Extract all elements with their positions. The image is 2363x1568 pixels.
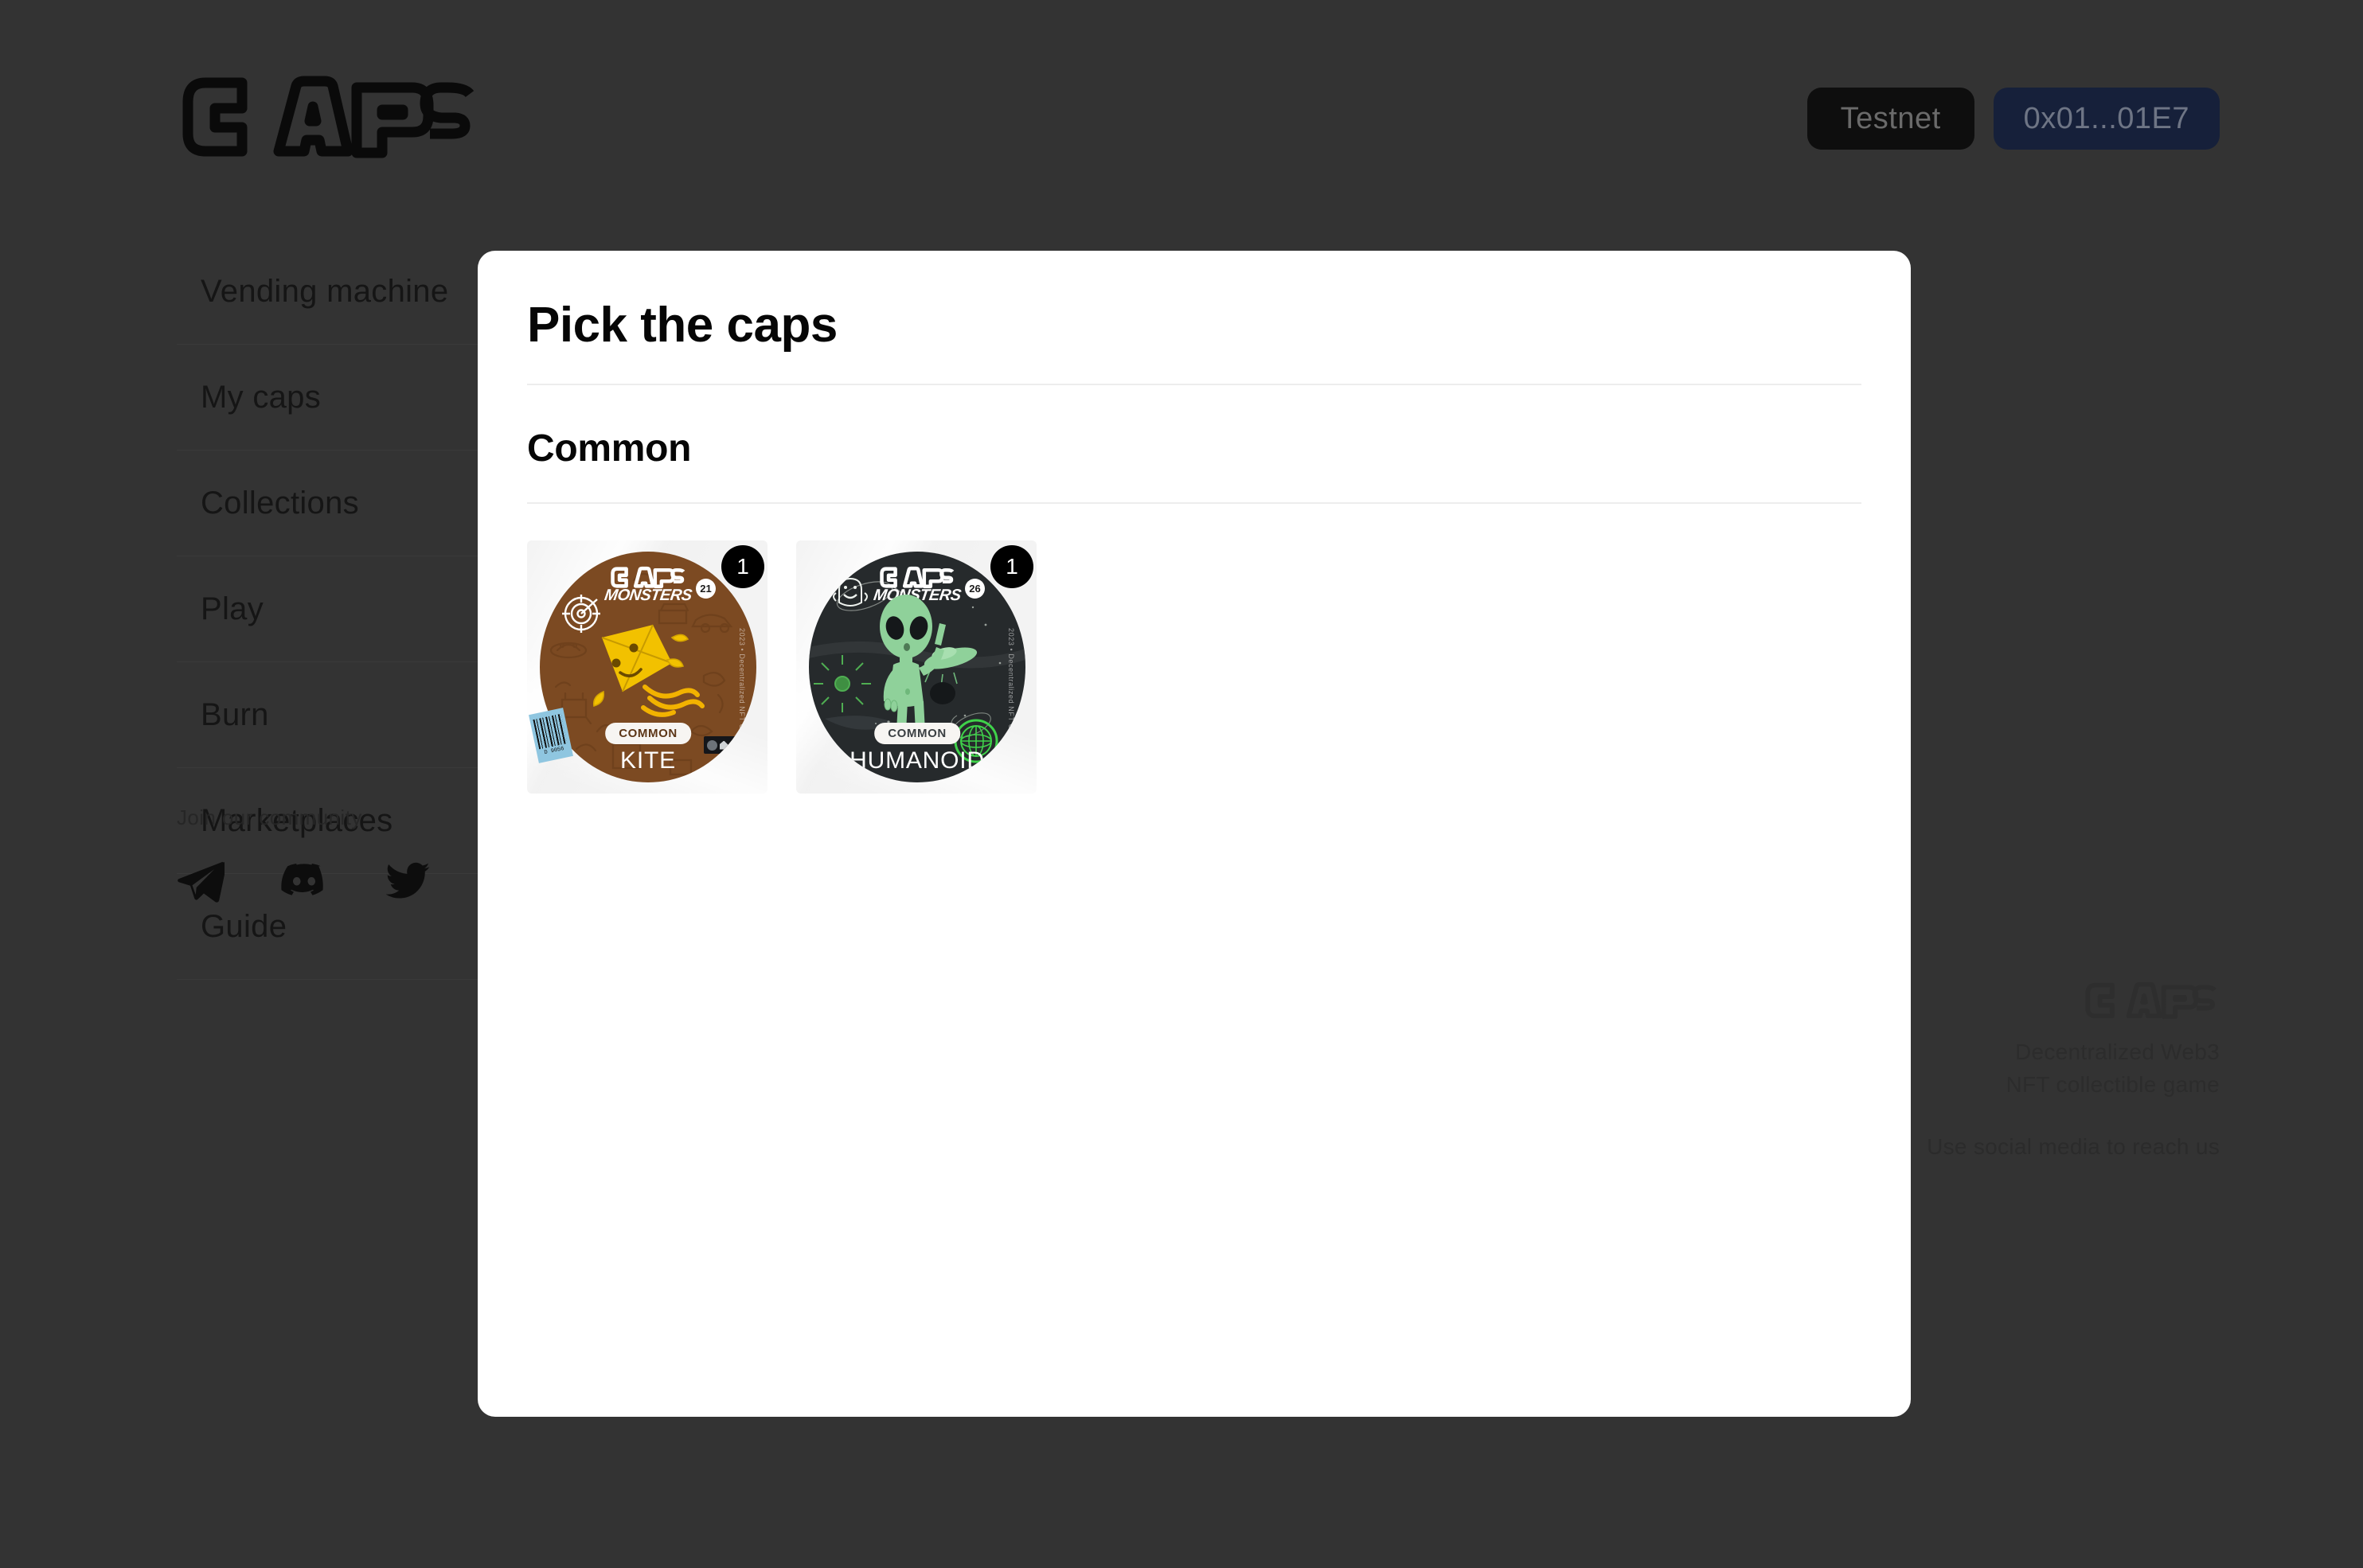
sidebar-item-collections[interactable]: Collections (0, 451, 478, 556)
sidebar-item-play[interactable]: Play (0, 556, 478, 662)
social-links (177, 857, 463, 905)
barcode-lines (533, 713, 568, 750)
cap-rarity-badge: COMMON (874, 723, 960, 744)
cap-quantity-badge: 1 (990, 545, 1033, 588)
cap-card-humanoid[interactable]: MONSTERS 26 2023 • Decentralized NFT Col… (796, 540, 1037, 794)
cap-rarity-badge: COMMON (605, 723, 691, 744)
community-section: Join our community (177, 805, 463, 905)
cap-disc: MONSTERS 26 2023 • Decentralized NFT Col… (809, 552, 1025, 782)
page-root: Testnet 0x01...01E7 Vending machine My c… (0, 0, 2363, 1568)
cap-name-label: KITE (620, 747, 676, 774)
pick-the-caps-modal: Pick the caps Common MONSTERS 21 2023 • … (478, 251, 1911, 1417)
telegram-icon[interactable] (177, 857, 225, 905)
site-header: Testnet 0x01...01E7 (0, 0, 2363, 239)
network-badge[interactable]: Testnet (1806, 88, 1974, 150)
modal-title: Pick the caps (527, 298, 838, 353)
hologram-mark (720, 740, 739, 750)
cap-side-text: 2023 • Decentralized NFT Collection (1007, 628, 1015, 761)
sidebar-item-vending-machine[interactable]: Vending machine (0, 239, 478, 345)
discord-icon[interactable] (280, 857, 328, 905)
community-title: Join our community (177, 805, 362, 829)
twitter-icon[interactable] (384, 857, 432, 905)
caps-logo[interactable] (177, 70, 481, 164)
cap-disc: MONSTERS 21 2023 • Decentralized NFT Col… (540, 552, 756, 782)
section-title-common: Common (527, 427, 692, 470)
sidebar-item-my-caps[interactable]: My caps (0, 345, 478, 451)
header-actions: Testnet 0x01...01E7 (1806, 88, 2220, 150)
sidebar-item-burn[interactable]: Burn (0, 662, 478, 768)
hologram-dot (707, 739, 717, 751)
cap-card-kite[interactable]: MONSTERS 21 2023 • Decentralized NFT Col… (527, 540, 767, 794)
cap-name-label: HUMANOID (850, 747, 985, 774)
cap-quantity-badge: 1 (721, 545, 764, 588)
wallet-address-button[interactable]: 0x01...01E7 (1993, 88, 2220, 150)
hologram-sticker (704, 736, 742, 754)
caps-grid: MONSTERS 21 2023 • Decentralized NFT Col… (527, 504, 1861, 794)
